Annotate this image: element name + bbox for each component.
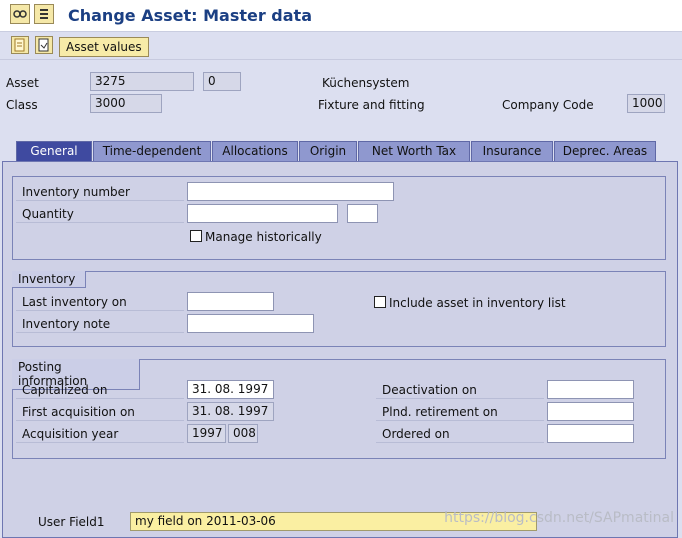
class-label: Class: [6, 98, 38, 112]
first-acquisition-label: First acquisition on: [16, 404, 184, 421]
watermark-text: https://blog.csdn.net/SAPmatinal: [444, 510, 674, 526]
planned-retirement-label: Plnd. retirement on: [376, 404, 544, 421]
tab-net-worth-tax[interactable]: Net Worth Tax: [358, 141, 470, 161]
inventory-note-label: Inventory note: [16, 316, 184, 333]
asset-subnumber-field: 0: [203, 72, 241, 91]
class-field: 3000: [90, 94, 162, 113]
page-title: Change Asset: Master data: [68, 6, 312, 25]
acquisition-period-field: 008: [228, 424, 258, 443]
last-inventory-label: Last inventory on: [16, 294, 184, 311]
company-code-field: 1000: [627, 94, 665, 113]
tab-insurance[interactable]: Insurance: [471, 141, 553, 161]
manage-historically-checkbox[interactable]: [190, 230, 202, 242]
asset-number-field: 3275: [90, 72, 194, 91]
acquisition-year-label: Acquisition year: [16, 426, 184, 443]
asset-label: Asset: [6, 76, 39, 90]
company-code-label: Company Code: [502, 98, 594, 112]
quantity-unit-input[interactable]: [347, 204, 378, 223]
inventory-note-input[interactable]: [187, 314, 314, 333]
menu-list-icon[interactable]: [34, 4, 54, 24]
ordered-on-input[interactable]: [547, 424, 634, 443]
asset-values-button[interactable]: Asset values: [59, 37, 149, 57]
acquisition-year-field: 1997: [187, 424, 226, 443]
capitalized-on-input[interactable]: 31. 08. 1997: [187, 380, 274, 399]
tab-time-dependent[interactable]: Time-dependent: [93, 141, 211, 161]
quantity-label: Quantity: [16, 206, 184, 223]
capitalized-on-label: Capitalized on: [16, 382, 184, 399]
tab-deprec-areas[interactable]: Deprec. Areas: [554, 141, 656, 161]
previous-document-icon[interactable]: [11, 36, 29, 54]
inventory-number-input[interactable]: [187, 182, 394, 201]
first-acquisition-field: 31. 08. 1997: [187, 402, 274, 421]
asset-description: Küchensystem: [322, 76, 410, 90]
glasses-pencil-icon[interactable]: [10, 4, 30, 24]
planned-retirement-input[interactable]: [547, 402, 634, 421]
quantity-input[interactable]: [187, 204, 338, 223]
deactivation-on-input[interactable]: [547, 380, 634, 399]
deactivation-on-label: Deactivation on: [376, 382, 544, 399]
inventory-number-label: Inventory number: [16, 184, 184, 201]
ordered-on-label: Ordered on: [376, 426, 544, 443]
include-asset-label: Include asset in inventory list: [389, 296, 566, 310]
document-refresh-icon[interactable]: [35, 36, 53, 54]
last-inventory-input[interactable]: [187, 292, 274, 311]
tab-allocations[interactable]: Allocations: [212, 141, 298, 161]
include-asset-checkbox[interactable]: [374, 296, 386, 308]
class-description: Fixture and fitting: [318, 98, 425, 112]
manage-historically-label: Manage historically: [205, 230, 322, 244]
tab-general[interactable]: General: [16, 141, 92, 161]
user-field1-label: User Field1: [38, 515, 105, 529]
inventory-group-title: Inventory: [12, 271, 86, 288]
tab-origin[interactable]: Origin: [299, 141, 357, 161]
